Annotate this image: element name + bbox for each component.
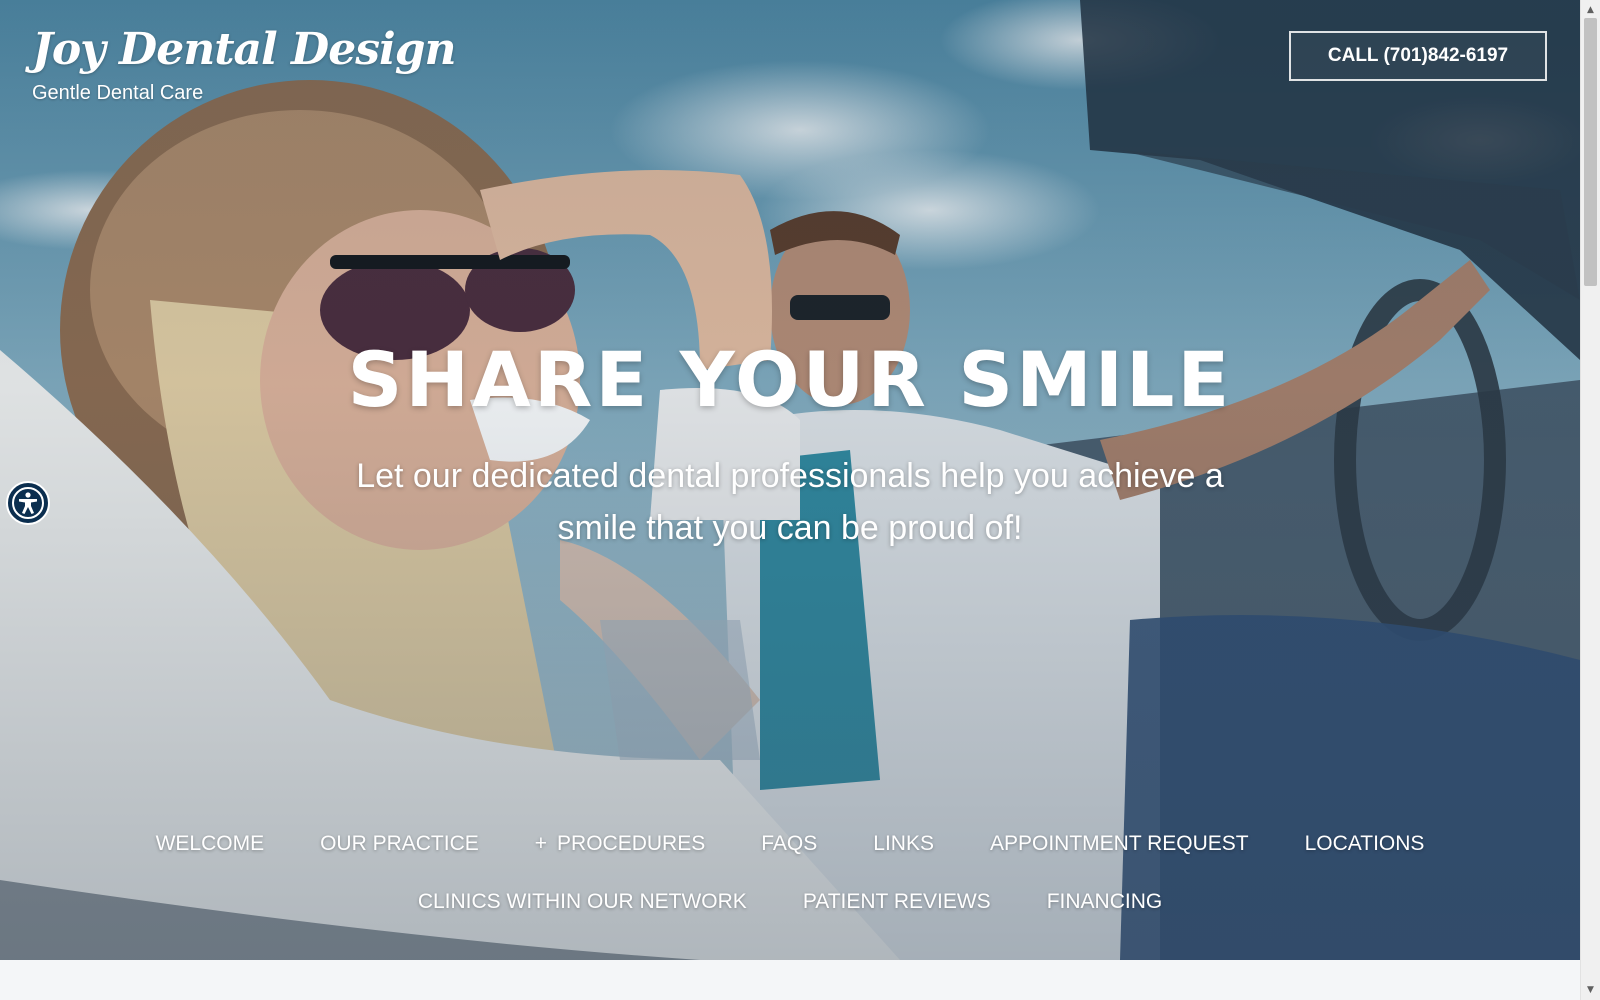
nav-item-welcome[interactable]: WELCOME bbox=[156, 832, 265, 856]
scroll-up-arrow-icon[interactable]: ▲ bbox=[1581, 2, 1600, 18]
nav-row-2: CLINICS WITHIN OUR NETWORK PATIENT REVIE… bbox=[0, 873, 1580, 931]
hero-headline: SHARE YOUR SMILE bbox=[347, 335, 1233, 424]
nav-item-procedures[interactable]: + PROCEDURES bbox=[535, 832, 705, 856]
hero-banner: Joy Dental Design Gentle Dental Care CAL… bbox=[0, 0, 1580, 960]
nav-row-1: WELCOME OUR PRACTICE + PROCEDURES FAQS LI… bbox=[0, 815, 1580, 873]
nav-item-financing[interactable]: FINANCING bbox=[1047, 890, 1163, 914]
main-nav: WELCOME OUR PRACTICE + PROCEDURES FAQS LI… bbox=[0, 815, 1580, 931]
page: Joy Dental Design Gentle Dental Care CAL… bbox=[0, 0, 1600, 1000]
nav-item-appointment-request[interactable]: APPOINTMENT REQUEST bbox=[990, 832, 1249, 856]
nav-item-links[interactable]: LINKS bbox=[873, 832, 934, 856]
nav-item-our-practice[interactable]: OUR PRACTICE bbox=[320, 832, 479, 856]
nav-item-clinics-network[interactable]: CLINICS WITHIN OUR NETWORK bbox=[418, 890, 747, 914]
call-button[interactable]: CALL (701)842-6197 bbox=[1289, 31, 1547, 81]
brand[interactable]: Joy Dental Design Gentle Dental Care bbox=[32, 28, 456, 105]
nav-item-patient-reviews[interactable]: PATIENT REVIEWS bbox=[803, 890, 991, 914]
nav-item-locations[interactable]: LOCATIONS bbox=[1305, 832, 1425, 856]
scrollbar-thumb[interactable] bbox=[1584, 18, 1597, 286]
page-below-hero bbox=[0, 960, 1580, 1000]
vertical-scrollbar[interactable]: ▲ ▼ bbox=[1580, 0, 1600, 1000]
nav-item-faqs[interactable]: FAQS bbox=[761, 832, 817, 856]
brand-tagline: Gentle Dental Care bbox=[32, 82, 204, 104]
hero-subhead: Let our dedicated dental professionals h… bbox=[356, 457, 1224, 547]
scroll-down-arrow-icon[interactable]: ▼ bbox=[1581, 982, 1600, 998]
accessibility-icon bbox=[12, 487, 44, 519]
nav-item-procedures-label: PROCEDURES bbox=[557, 832, 706, 855]
brand-logo-text[interactable]: Joy Dental Design bbox=[32, 28, 456, 72]
accessibility-button[interactable] bbox=[6, 481, 50, 525]
expand-plus-icon: + bbox=[534, 832, 548, 855]
